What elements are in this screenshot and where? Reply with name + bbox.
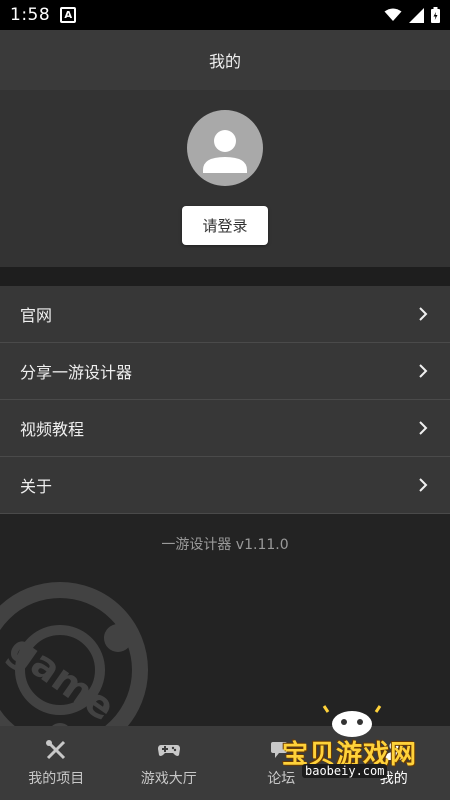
watermark-url: baobeiy.com [302, 764, 388, 778]
app-bar: 我的 [0, 30, 450, 90]
tab-label: 游戏大厅 [140, 771, 197, 787]
gamepad-mascot-icon [322, 705, 382, 737]
avatar[interactable] [187, 110, 263, 186]
menu-item-about[interactable]: 关于 [0, 457, 450, 514]
menu-item-website[interactable]: 官网 [0, 286, 450, 343]
chevron-right-icon [419, 364, 428, 378]
menu-item-label: 官网 [20, 306, 53, 325]
battery-icon [431, 7, 440, 23]
wrench-pencil-icon [46, 740, 66, 760]
app-notification-icon: A [60, 7, 77, 23]
version-text: 一游设计器 v1.11.0 [161, 537, 289, 553]
settings-menu: 官网 分享一游设计器 视频教程 关于 [0, 286, 450, 514]
profile-section: 请登录 [0, 90, 450, 267]
menu-item-video-tutorial[interactable]: 视频教程 [0, 400, 450, 457]
section-divider [0, 267, 450, 286]
chevron-right-icon [419, 478, 428, 492]
tab-label: 我的项目 [28, 771, 85, 787]
menu-item-label: 视频教程 [20, 420, 85, 439]
page-title: 我的 [208, 52, 241, 71]
gamepad-icon [157, 745, 180, 756]
status-bar: 1:58 A [0, 0, 450, 30]
tab-game-hall[interactable]: 游戏大厅 [113, 726, 226, 800]
chevron-right-icon [419, 421, 428, 435]
default-user-icon [203, 130, 247, 173]
status-time: 1:58 [10, 5, 51, 25]
login-button[interactable]: 请登录 [182, 206, 268, 245]
tab-my-projects[interactable]: 我的项目 [0, 726, 113, 800]
wifi-icon [384, 8, 402, 21]
chevron-right-icon [419, 307, 428, 321]
menu-item-share[interactable]: 分享一游设计器 [0, 343, 450, 400]
status-indicators [384, 7, 440, 23]
menu-item-label: 分享一游设计器 [20, 363, 133, 382]
signal-icon [409, 7, 424, 23]
menu-item-label: 关于 [20, 477, 53, 496]
site-watermark: 宝贝游戏网 baobeiy.com [270, 704, 445, 794]
